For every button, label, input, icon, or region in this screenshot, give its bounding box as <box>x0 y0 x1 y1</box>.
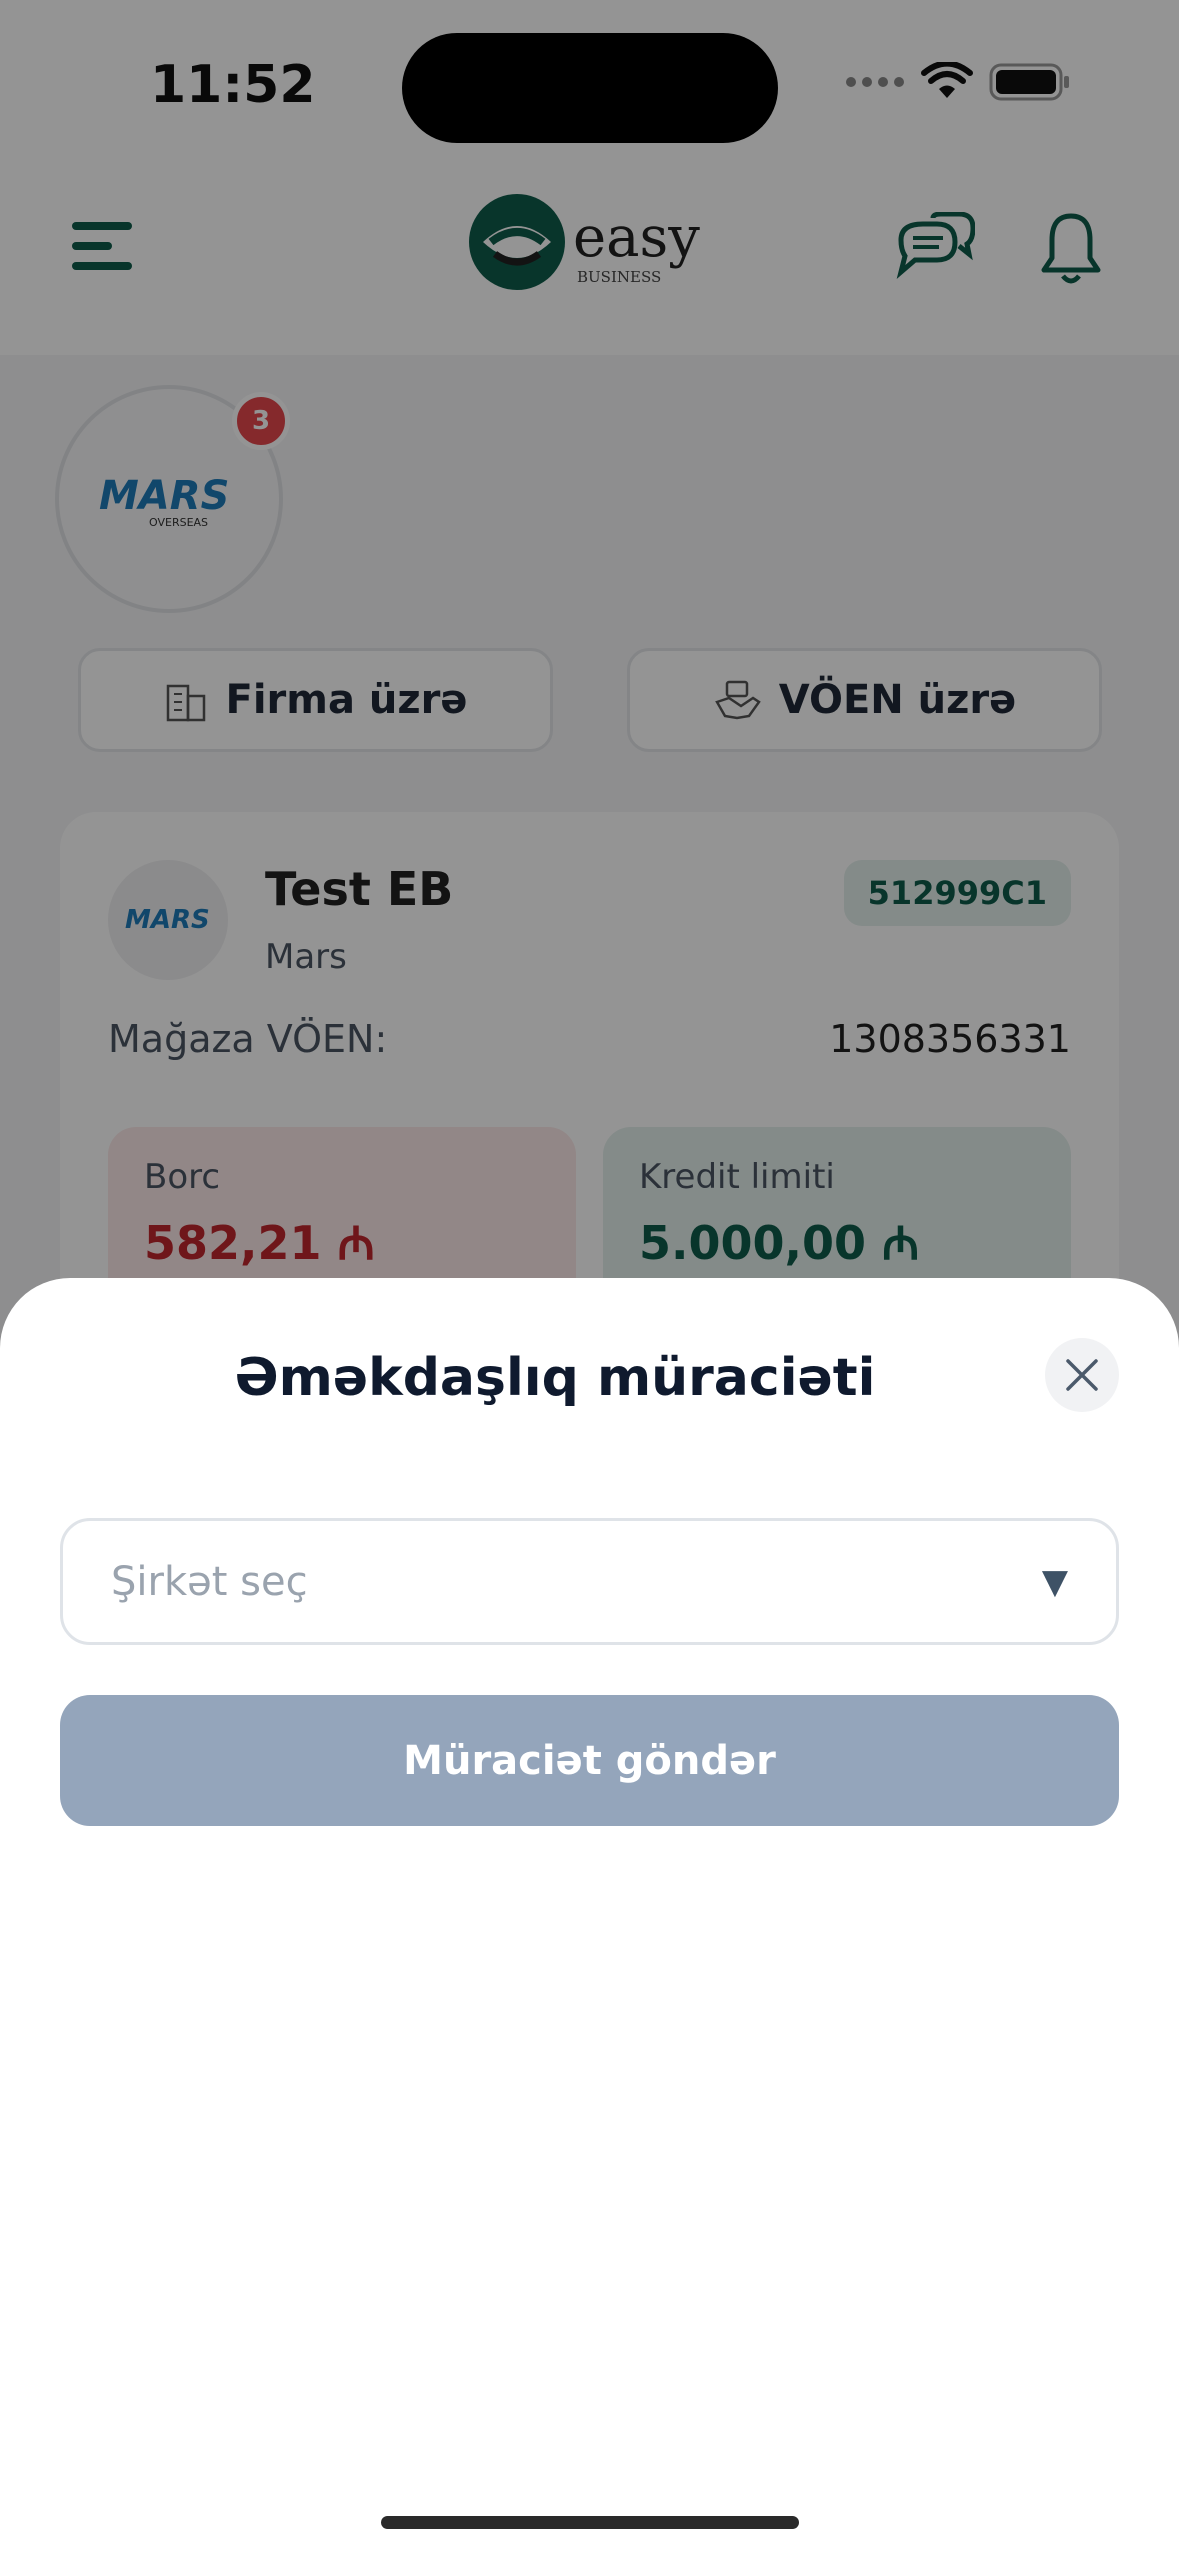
company-select[interactable]: Şirkət seç ▼ <box>60 1518 1119 1645</box>
home-indicator[interactable] <box>381 2516 799 2529</box>
company-select-placeholder: Şirkət seç <box>111 1558 308 1605</box>
close-button[interactable] <box>1045 1338 1119 1412</box>
submit-request-button[interactable]: Müraciət göndər <box>60 1695 1119 1826</box>
cooperation-request-sheet: Əməkdaşlıq müraciəti Şirkət seç ▼ Müraci… <box>0 1278 1179 2556</box>
chevron-down-icon: ▼ <box>1041 1561 1068 1602</box>
sheet-title: Əməkdaşlıq müraciəti <box>234 1348 876 1408</box>
close-icon <box>1066 1359 1098 1391</box>
